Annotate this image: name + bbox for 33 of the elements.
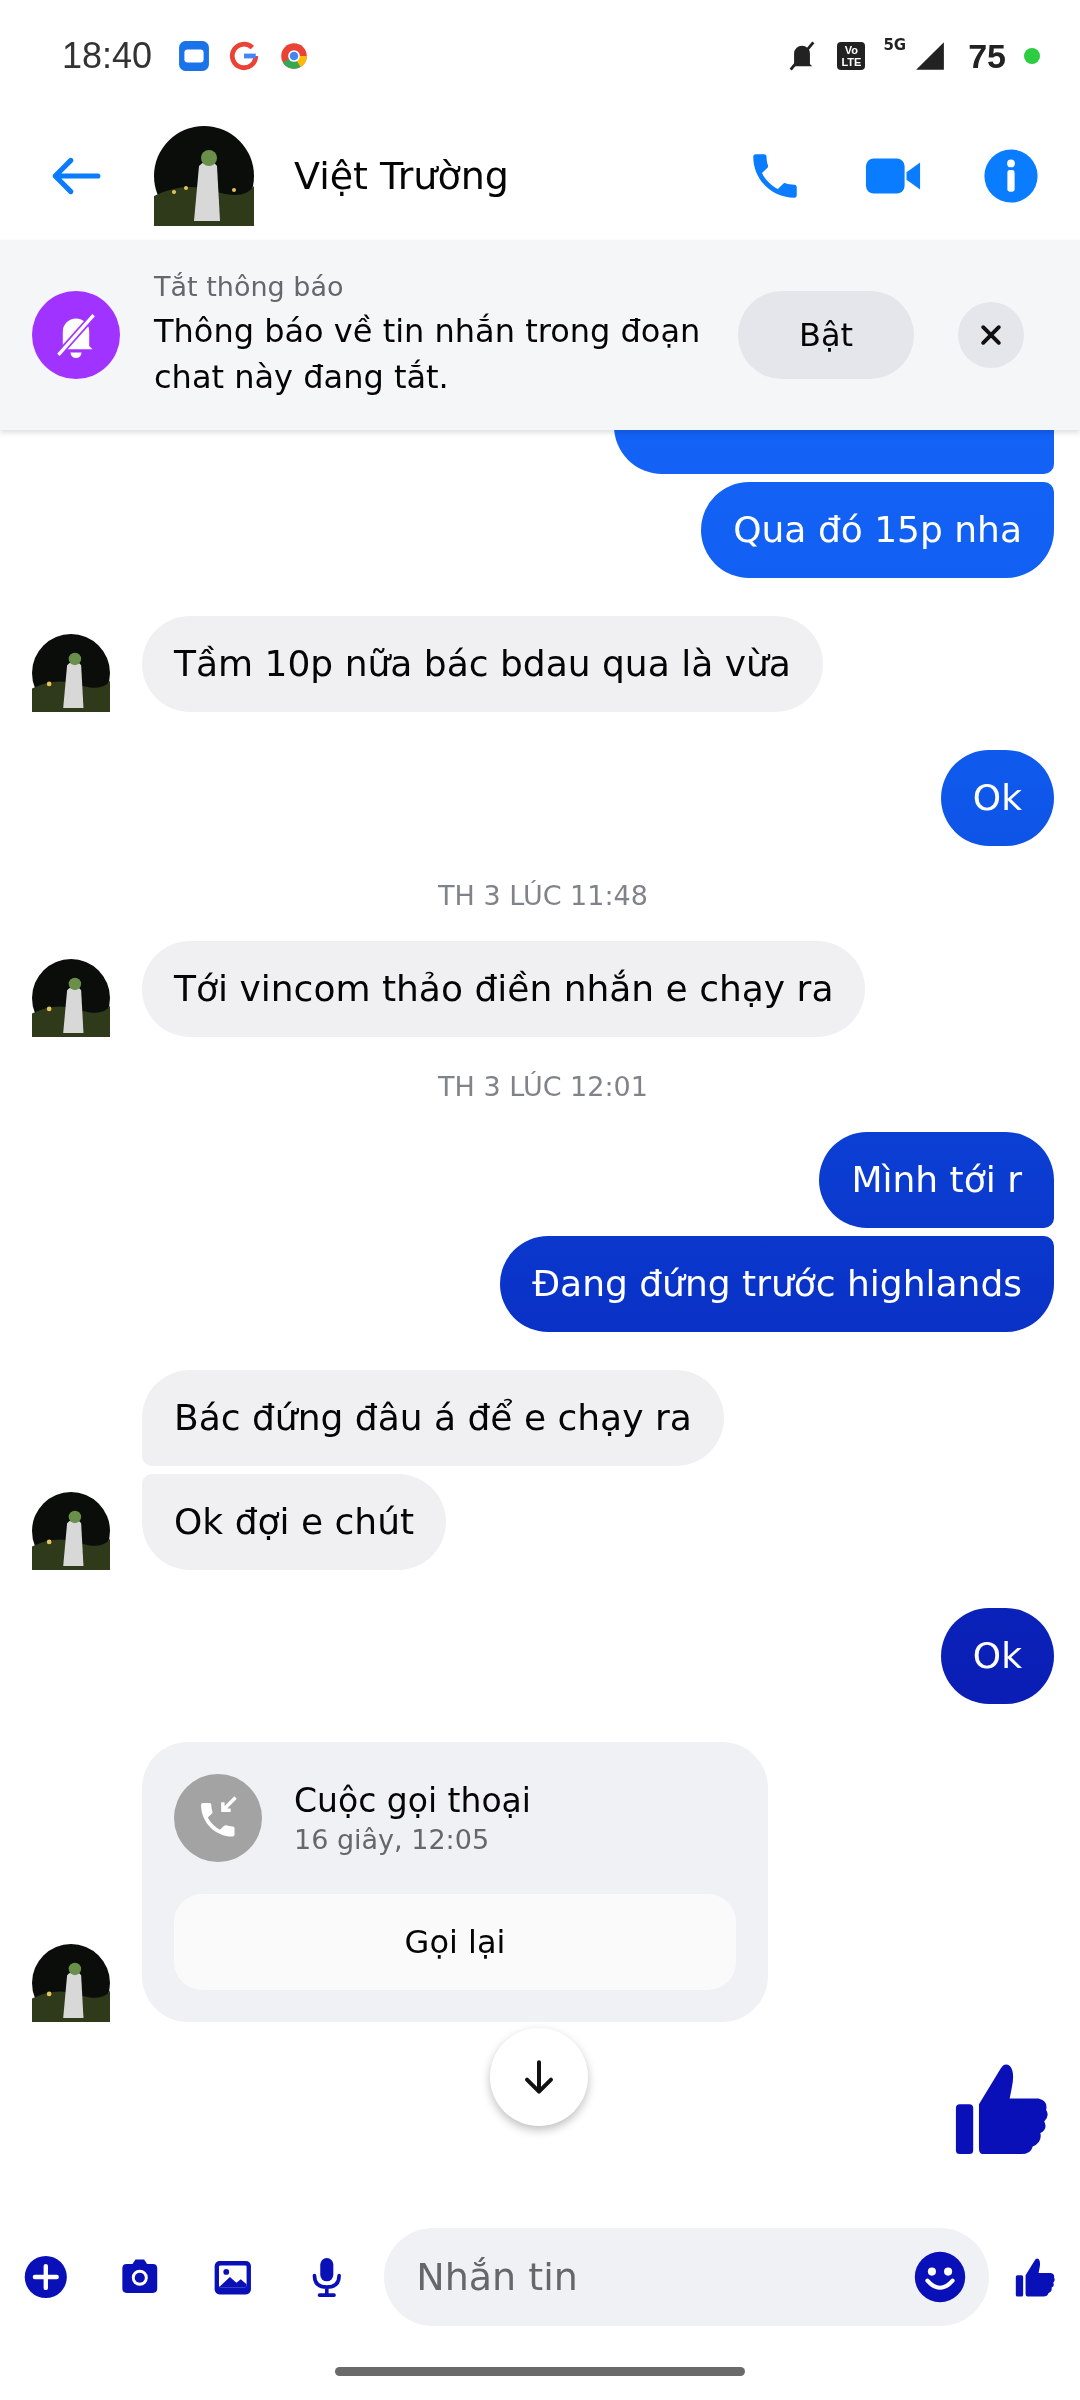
- message-input[interactable]: Nhắn tin: [384, 2228, 990, 2326]
- sent-message: Đang đứng trước highlands: [500, 1236, 1054, 1332]
- timestamp: TH 3 LÚC 12:01: [438, 1071, 648, 1102]
- sent-message: Ok: [940, 1608, 1054, 1704]
- emoji-icon[interactable]: [913, 2250, 968, 2304]
- contact-name[interactable]: Việt Trường: [294, 154, 509, 198]
- info-icon[interactable]: [982, 147, 1040, 205]
- received-message: Tới vincom thảo điền nhắn e chạy ra: [142, 941, 866, 1037]
- call-title: Cuộc gọi thoại: [294, 1781, 531, 1820]
- turn-on-button[interactable]: Bật: [738, 291, 914, 379]
- notice-title: Tắt thông báo: [154, 270, 345, 302]
- bell-off-icon: [32, 291, 120, 379]
- scroll-down-button[interactable]: [490, 2028, 588, 2126]
- sent-message: Mình tới r: [819, 1132, 1054, 1228]
- battery-level: 75: [968, 36, 1006, 76]
- call-back-button[interactable]: Gọi lại: [174, 1894, 736, 1990]
- timestamp: TH 3 LÚC 11:48: [438, 880, 648, 911]
- close-icon: [978, 322, 1004, 348]
- volte-badge: Vo LTE: [837, 42, 866, 70]
- received-message: Ok đợi e chút: [142, 1474, 447, 1570]
- received-message: Tầm 10p nữa bác bdau qua là vừa: [142, 616, 823, 712]
- network-type: 5G: [883, 36, 907, 54]
- incoming-call-icon: [174, 1774, 262, 1862]
- received-message: Bác đứng đâu á để e chạy ra: [142, 1370, 724, 1466]
- sent-message: Qua đó 15p nha: [701, 482, 1054, 578]
- status-time: 18:40: [62, 35, 153, 77]
- back-icon[interactable]: [50, 155, 102, 197]
- sent-message: Ok: [940, 750, 1054, 846]
- call-detail: 16 giây, 12:05: [294, 1824, 491, 1855]
- notice-text: Thông báo về tin nhắn trong đoạn chat này đang tắt.: [154, 310, 702, 398]
- g-icon: [228, 40, 261, 72]
- charging-dot: [1024, 48, 1040, 64]
- notification-icon: [178, 40, 211, 72]
